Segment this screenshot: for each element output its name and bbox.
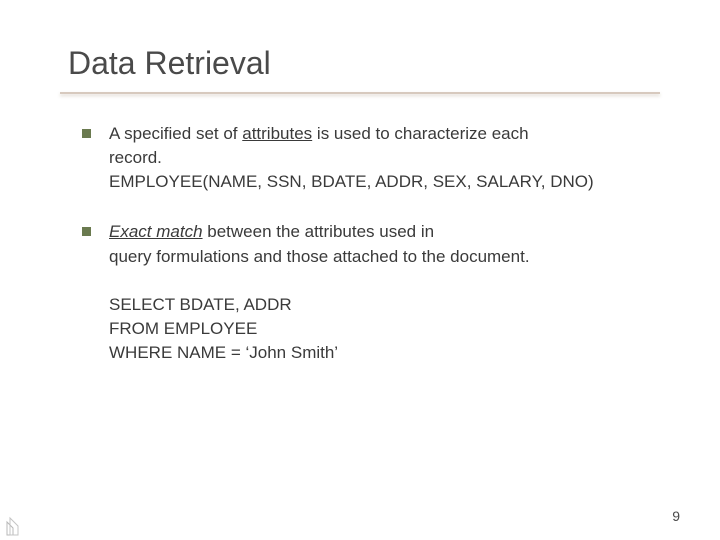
square-bullet-icon [82,129,91,138]
sql-line: WHERE NAME = ‘John Smith’ [109,341,660,365]
bullet-item: Exact match between the attributes used … [82,220,660,365]
text-fragment: is used to characterize each [312,124,528,143]
bullet-item: A specified set of attributes is used to… [82,122,660,194]
text-fragment: between the attributes used in [203,222,435,241]
text-line: record. [109,146,660,170]
corner-decoration-icon [6,508,36,536]
keyword-attributes: attributes [242,124,312,143]
page-number: 9 [672,508,680,524]
text-line: EMPLOYEE(NAME, SSN, BDATE, ADDR, SEX, SA… [109,170,660,194]
slide-title: Data Retrieval [60,45,660,82]
square-bullet-icon [82,227,91,236]
bullet-text: A specified set of attributes is used to… [109,122,660,194]
text-fragment: A specified set of [109,124,242,143]
title-underline [60,92,660,94]
keyword-exact-match: Exact match [109,222,203,241]
sql-line: FROM EMPLOYEE [109,317,660,341]
bullet-list: A specified set of attributes is used to… [60,122,660,365]
text-line: query formulations and those attached to… [109,245,660,269]
bullet-text: Exact match between the attributes used … [109,220,660,365]
slide: Data Retrieval A specified set of attrib… [0,0,720,540]
sql-line: SELECT BDATE, ADDR [109,293,660,317]
